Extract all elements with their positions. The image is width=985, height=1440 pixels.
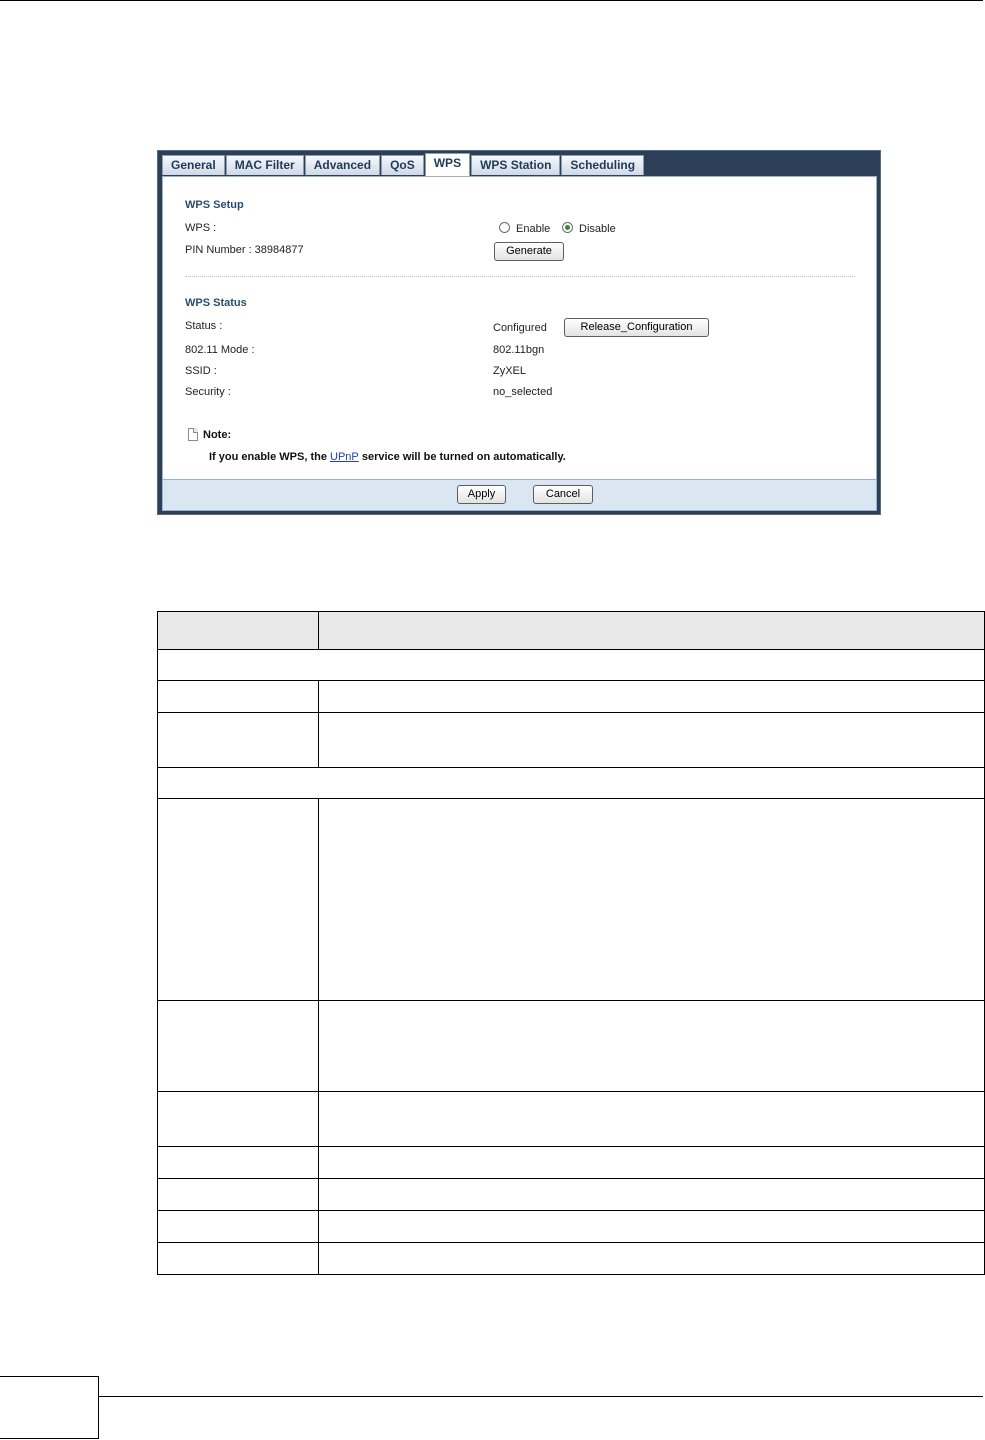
table-section-row xyxy=(157,649,985,681)
table-row xyxy=(157,1091,985,1147)
table-cell xyxy=(318,798,985,1001)
table-row xyxy=(157,1178,985,1211)
table-row xyxy=(157,798,985,1001)
table-cell xyxy=(157,1000,319,1092)
wps-enable-radio[interactable] xyxy=(499,222,510,233)
status-value: Configured xyxy=(493,322,547,334)
table-cell xyxy=(318,1242,985,1275)
table-row xyxy=(157,1146,985,1179)
table-cell xyxy=(318,611,985,650)
mode-label: 802.11 Mode : xyxy=(185,344,255,356)
table-cell xyxy=(157,767,985,799)
top-rule xyxy=(0,0,983,1)
table-cell xyxy=(157,798,319,1001)
note-text-after: service will be turned on automatically. xyxy=(358,451,566,463)
status-label: Status : xyxy=(185,320,223,332)
wps-disable-label: Disable xyxy=(579,223,616,235)
note-text: If you enable WPS, the UPnP service will… xyxy=(209,451,566,463)
table-cell xyxy=(157,611,319,650)
tab-bar: General MAC Filter Advanced QoS WPS WPS … xyxy=(162,153,645,176)
table-cell xyxy=(318,1091,985,1147)
security-label: Security : xyxy=(185,386,231,398)
tab-wps[interactable]: WPS xyxy=(424,153,471,176)
table-cell xyxy=(157,1178,319,1211)
table-row xyxy=(157,1000,985,1092)
mode-value: 802.11bgn xyxy=(493,344,545,356)
table-cell xyxy=(157,1146,319,1179)
note-icon xyxy=(188,428,198,441)
section-divider xyxy=(185,276,855,277)
cancel-button[interactable]: Cancel xyxy=(533,485,593,504)
wps-panel: WPS Setup WPS : Enable Disable PIN Numbe… xyxy=(162,176,877,511)
table-header-row xyxy=(157,611,985,650)
upnp-link[interactable]: UPnP xyxy=(330,451,359,463)
table-cell xyxy=(318,1178,985,1211)
tab-advanced[interactable]: Advanced xyxy=(304,155,381,175)
table-cell xyxy=(318,712,985,768)
wps-status-title: WPS Status xyxy=(185,297,247,309)
apply-button[interactable]: Apply xyxy=(457,485,506,504)
ssid-value: ZyXEL xyxy=(493,365,527,377)
wps-disable-radio[interactable] xyxy=(562,222,573,233)
tab-qos[interactable]: QoS xyxy=(381,155,424,175)
table-section-row xyxy=(157,767,985,799)
wps-screenshot: General MAC Filter Advanced QoS WPS WPS … xyxy=(157,150,881,515)
table-cell xyxy=(318,680,985,713)
field-description-table xyxy=(157,611,985,1275)
page-number-box xyxy=(0,1376,99,1439)
table-cell xyxy=(157,1242,319,1275)
table-cell xyxy=(157,649,985,681)
button-bar: Apply Cancel xyxy=(163,479,876,510)
table-cell xyxy=(318,1000,985,1092)
note-title: Note: xyxy=(203,429,232,441)
wps-label: WPS : xyxy=(185,222,217,234)
table-cell xyxy=(318,1146,985,1179)
wps-setup-title: WPS Setup xyxy=(185,199,244,211)
tab-wps-station[interactable]: WPS Station xyxy=(471,155,561,175)
release-configuration-button[interactable]: Release_Configuration xyxy=(564,318,709,337)
tab-scheduling[interactable]: Scheduling xyxy=(561,155,645,175)
table-cell xyxy=(157,1091,319,1147)
table-cell xyxy=(157,712,319,768)
tab-mac-filter[interactable]: MAC Filter xyxy=(225,155,304,175)
tab-general[interactable]: General xyxy=(162,155,225,175)
table-cell xyxy=(157,1210,319,1243)
table-cell xyxy=(318,1210,985,1243)
note-text-before: If you enable WPS, the xyxy=(209,451,331,463)
table-cell xyxy=(157,680,319,713)
wps-enable-label: Enable xyxy=(516,223,551,235)
footer-rule xyxy=(99,1396,983,1397)
table-row xyxy=(157,680,985,713)
pin-number-label: PIN Number : 38984877 xyxy=(185,244,304,256)
table-row xyxy=(157,712,985,768)
ssid-label: SSID : xyxy=(185,365,217,377)
generate-button[interactable]: Generate xyxy=(494,242,564,261)
table-row xyxy=(157,1210,985,1243)
security-value: no_selected xyxy=(493,386,553,398)
table-row xyxy=(157,1242,985,1275)
